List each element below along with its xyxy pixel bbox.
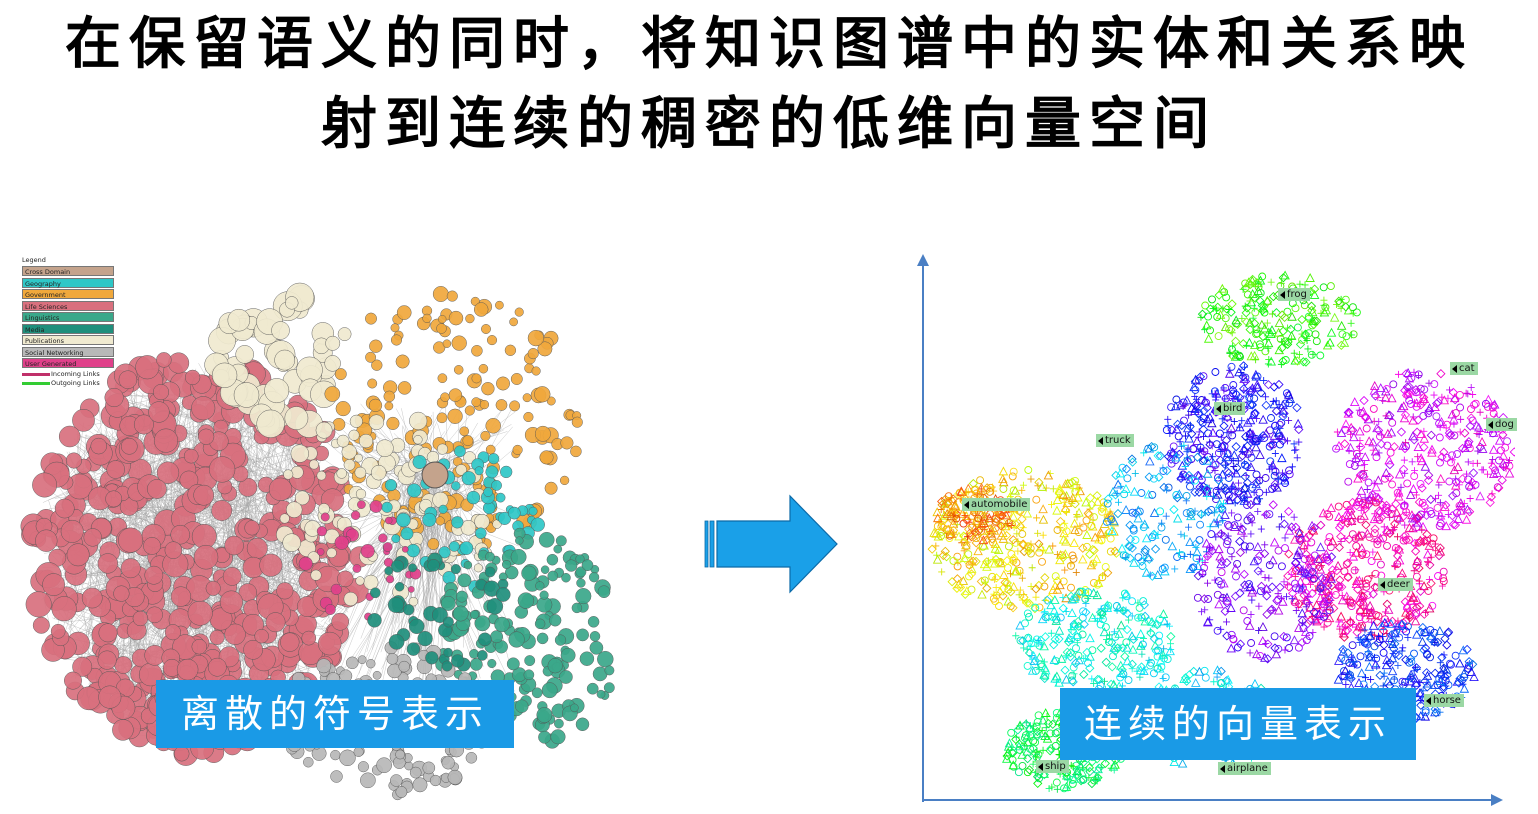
class-label-airplane: airplane (1218, 762, 1271, 775)
class-label-ship: ship (1036, 760, 1069, 773)
legend-item: Social Networking (22, 346, 114, 357)
class-label-automobile: automobile (962, 498, 1031, 511)
legend-item: Publications (22, 335, 114, 345)
legend-item: User Generated (22, 358, 114, 368)
legend-item: Life Sciences (22, 300, 114, 311)
legend-item: Government (22, 289, 114, 299)
legend-item: Linguistics (22, 312, 114, 322)
caption-discrete-symbols: 离散的符号表示 (156, 680, 514, 748)
legend-item: Cross Domain (22, 266, 114, 276)
class-label-frog: frog (1278, 288, 1310, 301)
class-label-dog: dog (1486, 418, 1517, 431)
legend-link-item: Incoming Links (22, 370, 114, 379)
graph-legend: Legend Cross Domain Geography Government Li… (22, 256, 114, 388)
class-label-truck: truck (1096, 434, 1134, 447)
caption-continuous-vectors: 连续的向量表示 (1060, 688, 1416, 760)
legend-item: Geography (22, 277, 114, 288)
legend-item: Media (22, 323, 114, 334)
legend-link-item: Outgoing Links (22, 379, 114, 388)
class-label-deer: deer (1378, 578, 1413, 591)
class-label-cat: cat (1450, 362, 1478, 375)
right-arrow-icon (704, 494, 838, 594)
legend-title: Legend (22, 256, 46, 264)
title-line-2: 射到连续的稠密的低维向量空间 (321, 91, 1217, 157)
class-label-bird: bird (1214, 402, 1246, 415)
title-line-1: 在保留语义的同时，将知识图谱中的实体和关系映 (65, 11, 1473, 77)
class-label-horse: horse (1424, 694, 1464, 707)
